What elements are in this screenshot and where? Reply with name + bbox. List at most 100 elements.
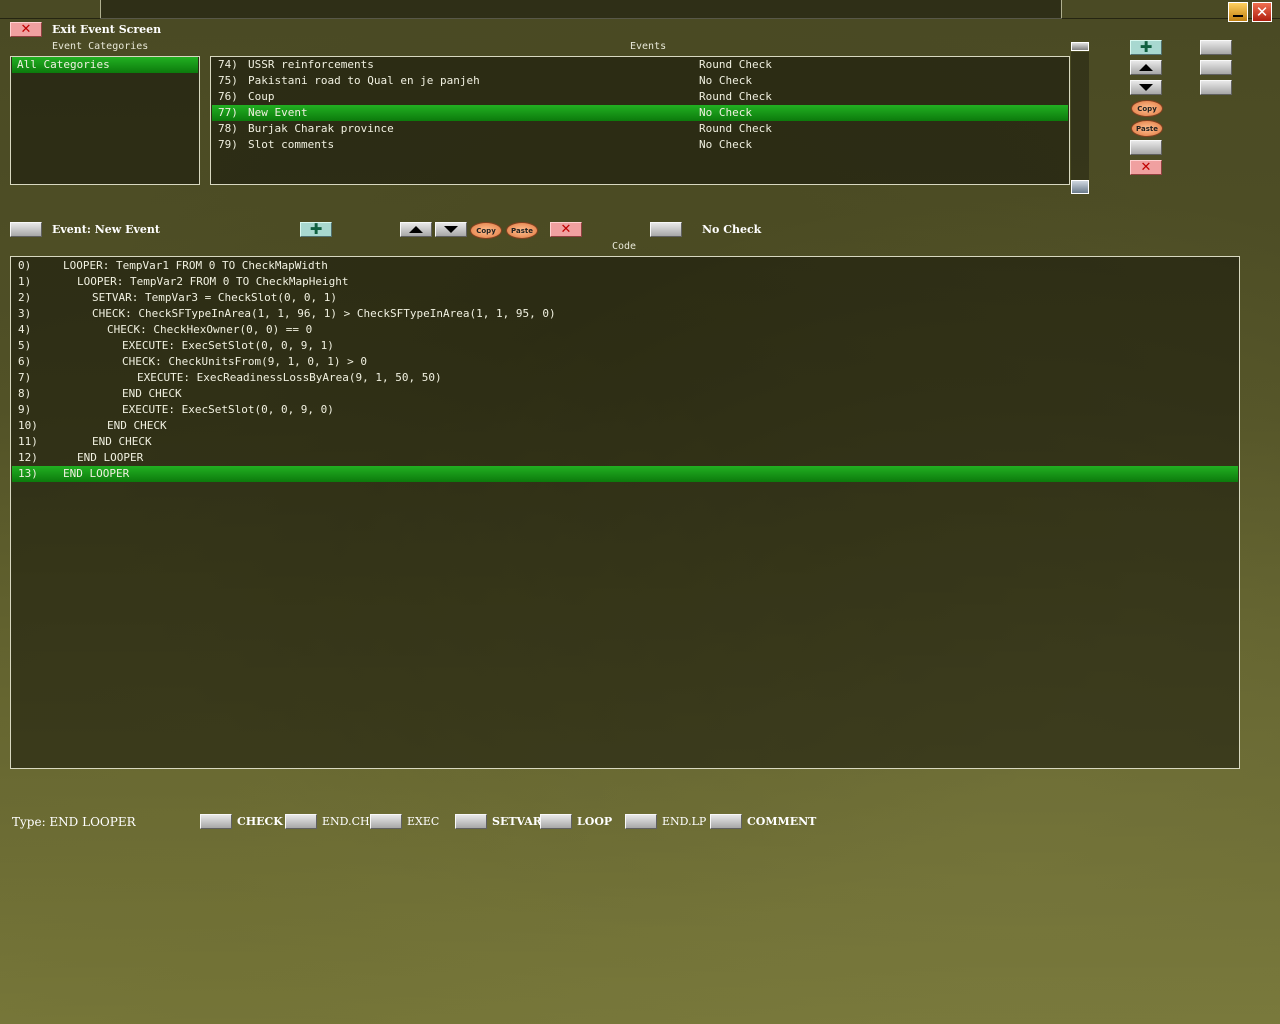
line-text: END CHECK: [122, 387, 182, 400]
line-text: EXECUTE: ExecReadinessLossByArea(9, 1, 5…: [137, 371, 442, 384]
check-type-button[interactable]: [650, 222, 682, 237]
event-name: Pakistani road to Qual en je panjeh: [248, 74, 480, 87]
comment-line-button[interactable]: [710, 814, 742, 829]
line-text: EXECUTE: ExecSetSlot(0, 0, 9, 1): [122, 339, 334, 352]
up-arrow-icon: [409, 226, 423, 233]
event-number: 79): [218, 138, 238, 151]
plus-icon: ✚: [309, 220, 323, 238]
code-line[interactable]: 4) CHECK: CheckHexOwner(0, 0) == 0: [12, 322, 1238, 338]
side-button-2[interactable]: [1200, 60, 1232, 75]
code-line[interactable]: 2) SETVAR: TempVar3 = CheckSlot(0, 0, 1): [12, 290, 1238, 306]
line-number: 0): [18, 259, 32, 272]
paste-line-button[interactable]: Paste: [506, 222, 538, 239]
side-button-1[interactable]: [1200, 40, 1232, 55]
exec-line-button[interactable]: [370, 814, 402, 829]
event-row[interactable]: 78) Burjak Charak province Round Check: [212, 121, 1068, 137]
scroll-up-icon[interactable]: [1071, 42, 1089, 51]
event-check: No Check: [699, 74, 752, 87]
category-item[interactable]: All Categories: [12, 57, 198, 73]
paste-event-button[interactable]: Paste: [1131, 120, 1163, 137]
event-number: 74): [218, 58, 238, 71]
line-text: CHECK: CheckSFTypeInArea(1, 1, 96, 1) > …: [92, 307, 556, 320]
events-scrollbar[interactable]: [1071, 42, 1089, 194]
code-line[interactable]: 7) EXECUTE: ExecReadinessLossByArea(9, 1,…: [12, 370, 1238, 386]
down-arrow-icon: [1139, 84, 1153, 91]
close-window-button[interactable]: ✕: [1252, 2, 1272, 22]
minimize-button[interactable]: [1228, 2, 1248, 22]
code-line[interactable]: 11) END CHECK: [12, 434, 1238, 450]
line-text: EXECUTE: ExecSetSlot(0, 0, 9, 0): [122, 403, 334, 416]
line-number: 7): [18, 371, 32, 384]
categories-list: All Categories: [10, 56, 200, 185]
event-check: No Check: [699, 106, 752, 119]
categories-title: Event Categories: [52, 41, 149, 52]
event-row[interactable]: 74) USSR reinforcements Round Check: [212, 57, 1068, 73]
event-check: Round Check: [699, 58, 772, 71]
event-number: 76): [218, 90, 238, 103]
code-editor[interactable]: 0) LOOPER: TempVar1 FROM 0 TO CheckMapWid…: [10, 256, 1240, 769]
event-number: 78): [218, 122, 238, 135]
line-text: END CHECK: [92, 435, 152, 448]
event-name: USSR reinforcements: [248, 58, 374, 71]
move-line-up-button[interactable]: [400, 222, 432, 237]
close-icon: ✕: [560, 222, 572, 237]
scroll-thumb[interactable]: [1071, 180, 1089, 194]
top-rule: [0, 18, 1280, 19]
add-line-button[interactable]: ✚: [300, 222, 332, 237]
code-line[interactable]: 6) CHECK: CheckUnitsFrom(9, 1, 0, 1) > 0: [12, 354, 1238, 370]
code-line[interactable]: 12) END LOOPER: [12, 450, 1238, 466]
line-number: 1): [18, 275, 32, 288]
check-line-label: CHECK: [237, 815, 283, 828]
copy-line-button[interactable]: Copy: [470, 222, 502, 239]
move-event-down-button[interactable]: [1130, 80, 1162, 95]
delete-line-button[interactable]: ✕: [550, 222, 582, 237]
code-line[interactable]: 0) LOOPER: TempVar1 FROM 0 TO CheckMapWid…: [12, 258, 1238, 274]
line-text: CHECK: CheckHexOwner(0, 0) == 0: [107, 323, 313, 336]
setvar-line-label: SETVAR: [492, 815, 542, 828]
event-name: New Event: [248, 106, 308, 119]
endloop-line-button[interactable]: [625, 814, 657, 829]
code-line[interactable]: 8) END CHECK: [12, 386, 1238, 402]
loop-line-button[interactable]: [540, 814, 572, 829]
code-title: Code: [612, 241, 637, 252]
line-number: 4): [18, 323, 32, 336]
event-row[interactable]: 75) Pakistani road to Qual en je panjeh No…: [212, 73, 1068, 89]
event-option-button[interactable]: [1130, 140, 1162, 155]
copy-event-button[interactable]: Copy: [1131, 100, 1163, 117]
exec-line-label: EXEC: [407, 815, 440, 828]
endcheck-line-button[interactable]: [285, 814, 317, 829]
exit-button[interactable]: ✕: [10, 22, 42, 37]
code-line[interactable]: 3) CHECK: CheckSFTypeInArea(1, 1, 96, 1) …: [12, 306, 1238, 322]
events-title: Events: [630, 41, 667, 52]
event-name-label: Event: New Event: [52, 223, 160, 236]
event-name: Coup: [248, 90, 275, 103]
up-arrow-icon: [1139, 64, 1153, 71]
code-line[interactable]: 1) LOOPER: TempVar2 FROM 0 TO CheckMapHei…: [12, 274, 1238, 290]
side-button-3[interactable]: [1200, 80, 1232, 95]
event-check: Round Check: [699, 122, 772, 135]
code-line[interactable]: 9) EXECUTE: ExecSetSlot(0, 0, 9, 0): [12, 402, 1238, 418]
loop-line-label: LOOP: [577, 815, 613, 828]
line-text: SETVAR: TempVar3 = CheckSlot(0, 0, 1): [92, 291, 338, 304]
check-line-button[interactable]: [200, 814, 232, 829]
event-name-button[interactable]: [10, 222, 42, 237]
line-number: 13): [18, 467, 38, 480]
line-number: 8): [18, 387, 32, 400]
code-line[interactable]: 10) END CHECK: [12, 418, 1238, 434]
code-line[interactable]: 5) EXECUTE: ExecSetSlot(0, 0, 9, 1): [12, 338, 1238, 354]
event-name: Burjak Charak province: [248, 122, 394, 135]
event-row[interactable]: 79) Slot comments No Check: [212, 137, 1068, 153]
top-strip: [100, 0, 1062, 19]
event-row[interactable]: 76) Coup Round Check: [212, 89, 1068, 105]
event-row-selected[interactable]: 77) New Event No Check: [212, 105, 1068, 121]
plus-icon: ✚: [1139, 38, 1153, 56]
check-type-label: No Check: [702, 223, 762, 236]
move-event-up-button[interactable]: [1130, 60, 1162, 75]
add-event-button[interactable]: ✚: [1130, 40, 1162, 55]
endloop-line-label: END.LP: [662, 815, 707, 828]
move-line-down-button[interactable]: [435, 222, 467, 237]
setvar-line-button[interactable]: [455, 814, 487, 829]
delete-event-button[interactable]: ✕: [1130, 160, 1162, 175]
line-text: LOOPER: TempVar2 FROM 0 TO CheckMapHeigh…: [77, 275, 349, 288]
code-line-selected[interactable]: 13) END LOOPER: [12, 466, 1238, 482]
